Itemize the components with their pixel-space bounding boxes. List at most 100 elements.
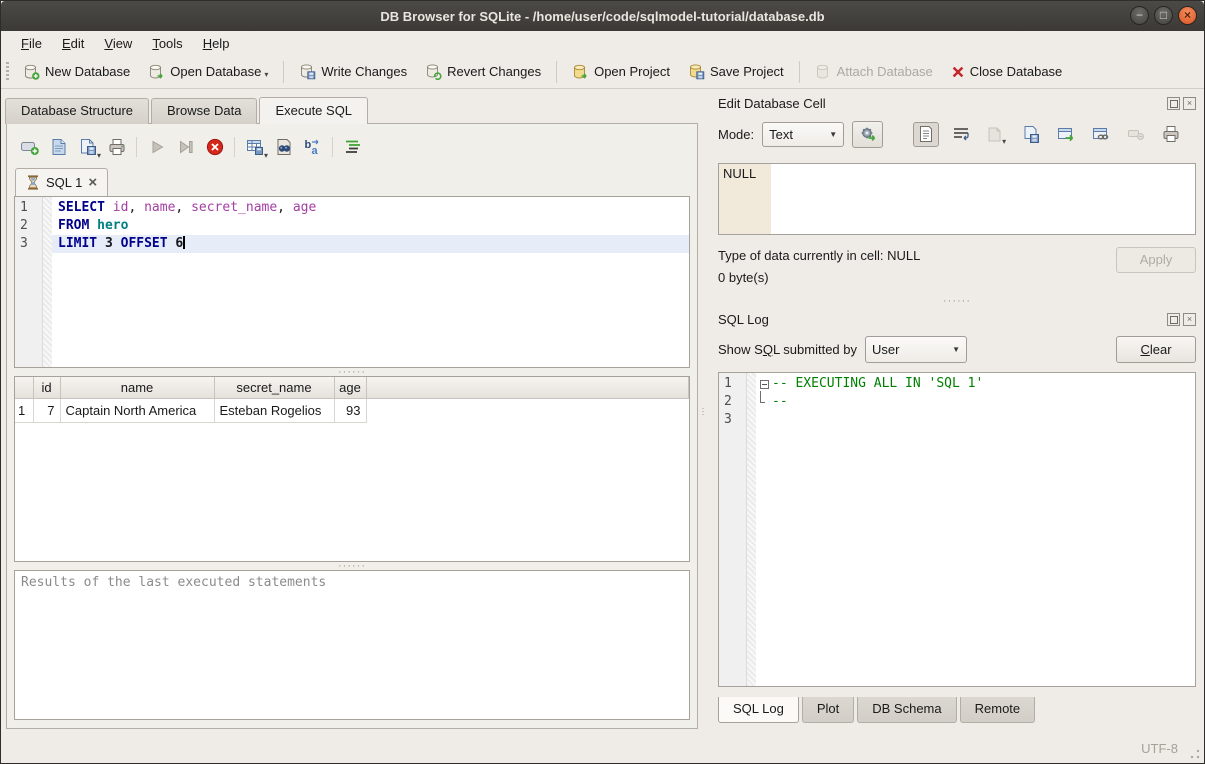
log-filter-select[interactable]: User ▼ bbox=[865, 336, 967, 363]
close-icon[interactable]: × bbox=[1178, 6, 1197, 25]
sql-log-view[interactable]: 123 -- EXECUTING ALL IN 'SQL 1'-- bbox=[718, 372, 1196, 687]
sql-code-line[interactable]: SELECT id, name, secret_name, age bbox=[52, 199, 689, 217]
hourglass-icon bbox=[26, 175, 40, 190]
copy-link-button[interactable] bbox=[1088, 122, 1114, 147]
table-cell[interactable]: 93 bbox=[334, 398, 366, 422]
database-attach-icon bbox=[815, 64, 832, 80]
sql-doc-tab-bar: SQL 1 × bbox=[14, 162, 690, 196]
revert-changes-button[interactable]: Revert Changes bbox=[416, 60, 550, 84]
open-database-button[interactable]: Open Database ▾ bbox=[139, 60, 277, 84]
text-caret bbox=[183, 236, 185, 249]
table-cell[interactable]: 7 bbox=[33, 398, 60, 422]
table-cell[interactable]: Esteban Rogelios bbox=[214, 398, 334, 422]
save-results-dropdown-icon[interactable]: ▾ bbox=[264, 151, 268, 160]
save-results-button[interactable]: ▾ bbox=[241, 134, 268, 160]
dock-tab-db-schema[interactable]: DB Schema bbox=[857, 697, 956, 723]
dock-tab-bar: SQL Log Plot DB Schema Remote bbox=[718, 697, 1196, 733]
tab-execute-sql[interactable]: Execute SQL bbox=[259, 97, 368, 124]
new-database-button[interactable]: New Database bbox=[14, 60, 139, 84]
fold-collapse-icon[interactable] bbox=[760, 380, 769, 389]
table-cell[interactable]: 1 bbox=[15, 398, 33, 422]
menu-file[interactable]: File bbox=[11, 33, 52, 54]
column-header-name[interactable]: name bbox=[60, 377, 214, 398]
write-changes-button[interactable]: Write Changes bbox=[290, 60, 416, 84]
dock-tab-remote[interactable]: Remote bbox=[960, 697, 1036, 723]
close-sql-tab-icon[interactable]: × bbox=[88, 174, 97, 191]
title-bar[interactable]: DB Browser for SQLite - /home/user/code/… bbox=[1, 1, 1204, 31]
sql-log-line bbox=[756, 411, 1195, 429]
sql-code-line[interactable]: LIMIT 3 OFFSET 6 bbox=[52, 235, 689, 253]
database-new-icon bbox=[23, 64, 40, 80]
column-header-age[interactable]: age bbox=[334, 377, 366, 398]
svg-text:b: b bbox=[304, 139, 311, 151]
sql-log-fold-margin bbox=[747, 373, 756, 686]
close-database-button[interactable]: Close Database bbox=[942, 60, 1072, 83]
dock-tab-plot[interactable]: Plot bbox=[802, 697, 854, 723]
dock-tab-sql-log[interactable]: SQL Log bbox=[718, 697, 799, 723]
resize-grip-icon[interactable] bbox=[1190, 749, 1200, 759]
sql-editor-text[interactable]: SELECT id, name, secret_name, ageFROM he… bbox=[52, 197, 689, 367]
save-sql-dropdown-icon[interactable]: ▾ bbox=[97, 151, 101, 160]
edit-cell-title: Edit Database Cell bbox=[718, 96, 1164, 111]
tab-browse-data[interactable]: Browse Data bbox=[151, 98, 257, 124]
sql-log-line: -- bbox=[756, 393, 1195, 411]
results-grid[interactable]: idnamesecret_nameage17Captain North Amer… bbox=[14, 376, 690, 562]
dock-splitter[interactable]: ······ bbox=[718, 293, 1196, 309]
float-dock-icon[interactable] bbox=[1167, 313, 1180, 326]
menu-help[interactable]: Help bbox=[193, 33, 240, 54]
encoding-indicator[interactable]: UTF-8 bbox=[1141, 741, 1178, 756]
results-message: Results of the last executed statements bbox=[14, 570, 690, 720]
menu-view[interactable]: View bbox=[94, 33, 142, 54]
auto-apply-button[interactable] bbox=[852, 121, 883, 148]
sql-code-line[interactable]: FROM hero bbox=[52, 217, 689, 235]
database-save-icon bbox=[299, 64, 316, 80]
sql-toolbar: ▾ ▾ ba bbox=[14, 132, 690, 162]
float-dock-icon[interactable] bbox=[1167, 97, 1180, 110]
sql-editor[interactable]: 123 SELECT id, name, secret_name, ageFRO… bbox=[14, 196, 690, 368]
autocomplete-button[interactable]: ba bbox=[299, 134, 326, 160]
save-project-button[interactable]: Save Project bbox=[679, 60, 793, 84]
sql-log-text: -- EXECUTING ALL IN 'SQL 1'-- bbox=[756, 373, 1195, 686]
database-revert-icon bbox=[425, 64, 442, 80]
export-cell-button[interactable] bbox=[1018, 122, 1044, 147]
sql-doc-tab[interactable]: SQL 1 × bbox=[15, 168, 108, 196]
open-sql-file-button[interactable] bbox=[45, 134, 72, 160]
cell-value-editor[interactable]: NULL bbox=[718, 163, 1196, 235]
toolbar-separator bbox=[799, 61, 800, 83]
mode-select[interactable]: Text ▼ bbox=[762, 122, 844, 147]
stop-button[interactable] bbox=[201, 134, 228, 160]
open-database-dropdown-icon[interactable]: ▾ bbox=[264, 70, 268, 79]
open-project-button[interactable]: Open Project bbox=[563, 60, 679, 84]
open-external-button[interactable] bbox=[1053, 122, 1079, 147]
toolbar-drag-handle[interactable] bbox=[6, 62, 9, 82]
format-sql-button[interactable] bbox=[339, 134, 366, 160]
svg-text:a: a bbox=[311, 145, 318, 157]
window-title: DB Browser for SQLite - /home/user/code/… bbox=[1, 9, 1204, 24]
find-button[interactable] bbox=[270, 134, 297, 160]
table-row[interactable]: 17Captain North AmericaEsteban Rogelios9… bbox=[15, 398, 689, 422]
menu-tools[interactable]: Tools bbox=[142, 33, 192, 54]
print-cell-button[interactable] bbox=[1158, 122, 1184, 147]
minimize-icon[interactable]: − bbox=[1130, 6, 1149, 25]
toolbar-separator bbox=[283, 61, 284, 83]
close-dock-icon[interactable]: × bbox=[1183, 313, 1196, 326]
print-sql-button[interactable] bbox=[103, 134, 130, 160]
tab-database-structure[interactable]: Database Structure bbox=[5, 98, 149, 124]
text-view-button[interactable] bbox=[913, 122, 939, 147]
column-header-id[interactable]: id bbox=[33, 377, 60, 398]
toolbar-separator bbox=[332, 137, 333, 157]
clear-log-button[interactable]: Clear bbox=[1116, 336, 1196, 363]
project-open-icon bbox=[572, 64, 589, 80]
maximize-icon[interactable]: □ bbox=[1154, 6, 1173, 25]
table-message-splitter[interactable]: ······ bbox=[14, 562, 690, 570]
close-dock-icon[interactable]: × bbox=[1183, 97, 1196, 110]
save-sql-file-button[interactable]: ▾ bbox=[74, 134, 101, 160]
column-header-secret_name[interactable]: secret_name bbox=[214, 377, 334, 398]
menu-edit[interactable]: Edit bbox=[52, 33, 94, 54]
table-cell[interactable]: Captain North America bbox=[60, 398, 214, 422]
project-save-icon bbox=[688, 64, 705, 80]
editor-table-splitter[interactable]: ······ bbox=[14, 368, 690, 376]
new-sql-tab-button[interactable] bbox=[16, 134, 43, 160]
sql-log-line-numbers: 123 bbox=[719, 373, 747, 686]
word-wrap-button[interactable] bbox=[948, 122, 974, 147]
